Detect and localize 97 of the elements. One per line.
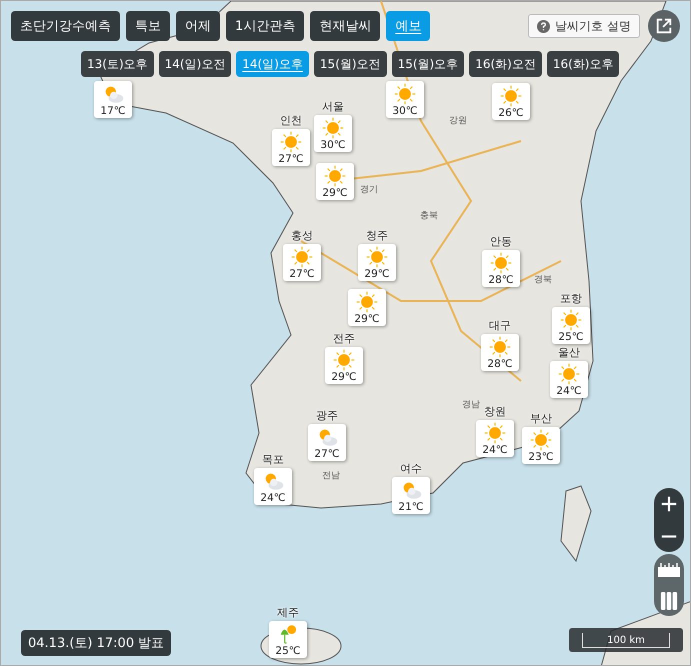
temperature: 21℃ xyxy=(398,501,424,513)
time-tab[interactable]: 15(월)오후 xyxy=(392,51,464,77)
forecast-card[interactable]: 28℃ xyxy=(482,250,520,287)
city-label: 광주 xyxy=(316,408,338,423)
ruler-icon xyxy=(658,562,680,576)
city-label: 홍성 xyxy=(291,228,313,243)
mode-tab[interactable]: 특보 xyxy=(126,11,170,41)
region-label: 충북 xyxy=(420,210,438,222)
forecast-card[interactable]: 30℃ xyxy=(386,81,424,118)
city-label: 부산 xyxy=(530,411,552,426)
legend-button[interactable]: 날씨기호 설명 xyxy=(528,14,640,38)
city-label: 포항 xyxy=(560,291,582,306)
temperature: 25℃ xyxy=(275,645,301,657)
city-label: 청주 xyxy=(366,228,388,243)
forecast-card[interactable]: 30℃ xyxy=(314,115,352,152)
forecast-card[interactable]: 29℃ xyxy=(348,289,386,326)
sun-icon xyxy=(333,349,355,371)
city-label: 목포 xyxy=(262,452,284,467)
time-tab[interactable]: 13(토)오후 xyxy=(81,51,154,77)
city-label: 전주 xyxy=(333,331,355,346)
mode-tab[interactable]: 초단기강수예측 xyxy=(11,11,120,41)
temperature: 28℃ xyxy=(487,358,513,370)
forecast-card[interactable]: 29℃ xyxy=(358,244,396,281)
temperature: 24℃ xyxy=(556,385,582,397)
sun-icon xyxy=(490,252,512,274)
sun-icon xyxy=(291,246,313,268)
forecast-card[interactable]: 27℃ xyxy=(283,244,321,281)
time-tab[interactable]: 16(화)오전 xyxy=(469,51,542,77)
sun-icon xyxy=(500,85,522,107)
temperature: 29℃ xyxy=(354,313,380,325)
temperature: 29℃ xyxy=(364,268,390,280)
city-label: 울산 xyxy=(558,345,580,360)
forecast-card[interactable]: 29℃ xyxy=(325,347,363,384)
temperature: 27℃ xyxy=(278,153,304,165)
forecast-card[interactable]: 17℃ xyxy=(94,81,132,118)
mode-tab[interactable]: 1시간관측 xyxy=(226,11,304,41)
temperature: 25℃ xyxy=(558,331,584,343)
sun-icon xyxy=(394,83,416,105)
forecast-card[interactable]: 27℃ xyxy=(308,424,346,461)
sun-icon xyxy=(560,309,582,331)
sun-icon xyxy=(530,429,552,451)
time-tab[interactable]: 14(일)오전 xyxy=(158,51,232,77)
temperature: 30℃ xyxy=(320,139,346,151)
forecast-card[interactable]: 25℃ xyxy=(552,307,590,344)
sun-icon xyxy=(324,165,346,187)
forecast-card[interactable]: 25℃ xyxy=(269,621,307,658)
sun-icon xyxy=(322,117,344,139)
temperature: 29℃ xyxy=(331,371,357,383)
forecast-card[interactable]: 24℃ xyxy=(476,420,514,457)
time-tab[interactable]: 15(월)오전 xyxy=(314,51,387,77)
issued-time-label: 04.13.(토) 17:00 발표 xyxy=(21,630,172,656)
mode-tab[interactable]: 현재날씨 xyxy=(310,11,380,41)
forecast-card[interactable]: 24℃ xyxy=(254,468,292,505)
region-label: 경북 xyxy=(534,274,552,286)
city-label: 인천 xyxy=(280,113,302,128)
temperature: 17℃ xyxy=(100,105,126,117)
city-label: 제주 xyxy=(277,605,299,620)
city-label: 서울 xyxy=(322,99,344,114)
help-icon xyxy=(537,20,550,32)
temperature: 27℃ xyxy=(314,448,340,460)
sun-icon xyxy=(558,363,580,385)
sun-icon xyxy=(484,422,506,444)
sun-icon xyxy=(280,131,302,153)
region-label: 경남 xyxy=(462,399,480,411)
city-label: 여수 xyxy=(400,461,422,476)
forecast-card[interactable]: 24℃ xyxy=(550,361,588,398)
forecast-card[interactable]: 27℃ xyxy=(272,129,310,166)
external-link-icon xyxy=(655,17,673,35)
external-link-button[interactable] xyxy=(648,10,680,42)
scale-label: 100 km xyxy=(582,632,670,648)
region-label: 경기 xyxy=(360,184,378,196)
forecast-card[interactable]: 23℃ xyxy=(522,427,560,464)
temperature: 26℃ xyxy=(498,107,524,119)
sun-icon xyxy=(356,291,378,313)
sun-icon xyxy=(366,246,388,268)
region-label: 전남 xyxy=(322,470,340,482)
city-label: 안동 xyxy=(490,234,512,249)
forecast-card[interactable]: 21℃ xyxy=(392,477,430,514)
minus-icon xyxy=(660,534,678,538)
temperature: 28℃ xyxy=(488,274,514,286)
city-label: 대구 xyxy=(489,318,511,333)
city-label: 창원 xyxy=(484,404,506,419)
temperature: 27℃ xyxy=(289,268,315,280)
plus-icon xyxy=(660,495,678,513)
temperature: 24℃ xyxy=(260,492,286,504)
mode-tab[interactable]: 어제 xyxy=(176,11,220,41)
forecast-card[interactable]: 28℃ xyxy=(481,334,519,371)
forecast-card[interactable]: 26℃ xyxy=(492,83,530,120)
temperature: 29℃ xyxy=(322,187,348,199)
forecast-card[interactable]: 29℃ xyxy=(316,163,354,200)
temperature: 24℃ xyxy=(482,444,508,456)
temperature: 30℃ xyxy=(392,105,418,117)
sun-icon xyxy=(489,336,511,358)
columns-icon xyxy=(660,590,678,610)
region-label: 강원 xyxy=(449,115,467,127)
time-tab[interactable]: 16(화)오후 xyxy=(546,51,620,77)
temperature: 23℃ xyxy=(528,451,554,463)
